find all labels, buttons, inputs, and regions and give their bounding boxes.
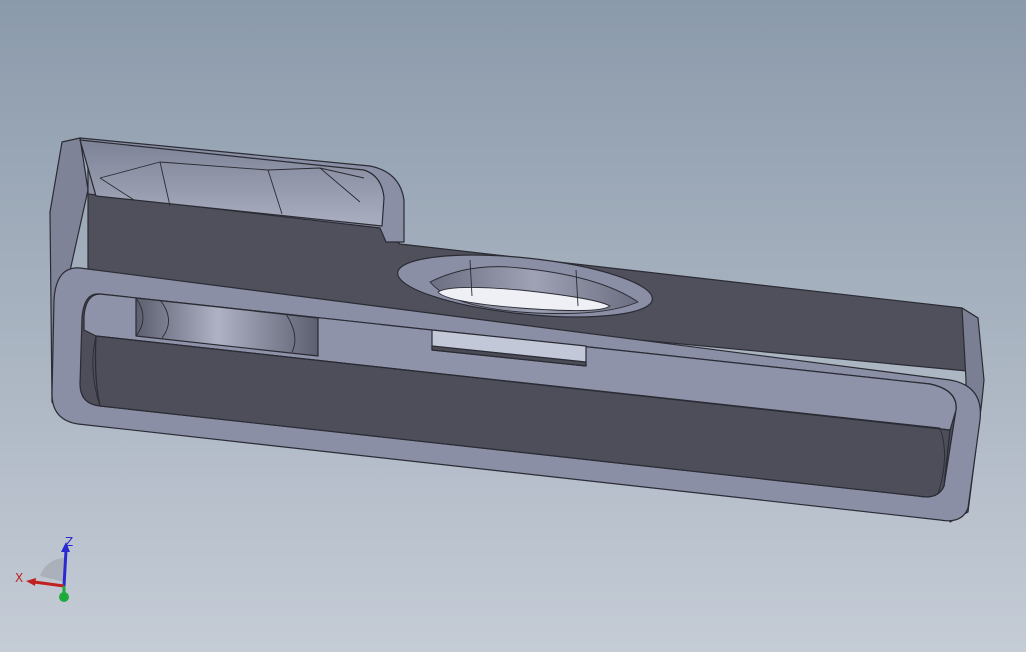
x-axis-line: [33, 580, 65, 588]
triad-arc: [40, 558, 64, 582]
coordinate-triad: Z X: [10, 528, 90, 608]
z-axis-line: [62, 549, 68, 587]
graphics-viewport[interactable]: Z X: [0, 0, 1026, 652]
model-view[interactable]: [0, 0, 1026, 652]
x-axis-label: X: [15, 571, 24, 585]
z-axis-label: Z: [65, 535, 74, 549]
triad-graphic: [26, 542, 70, 602]
x-axis-arrow: [26, 578, 36, 586]
